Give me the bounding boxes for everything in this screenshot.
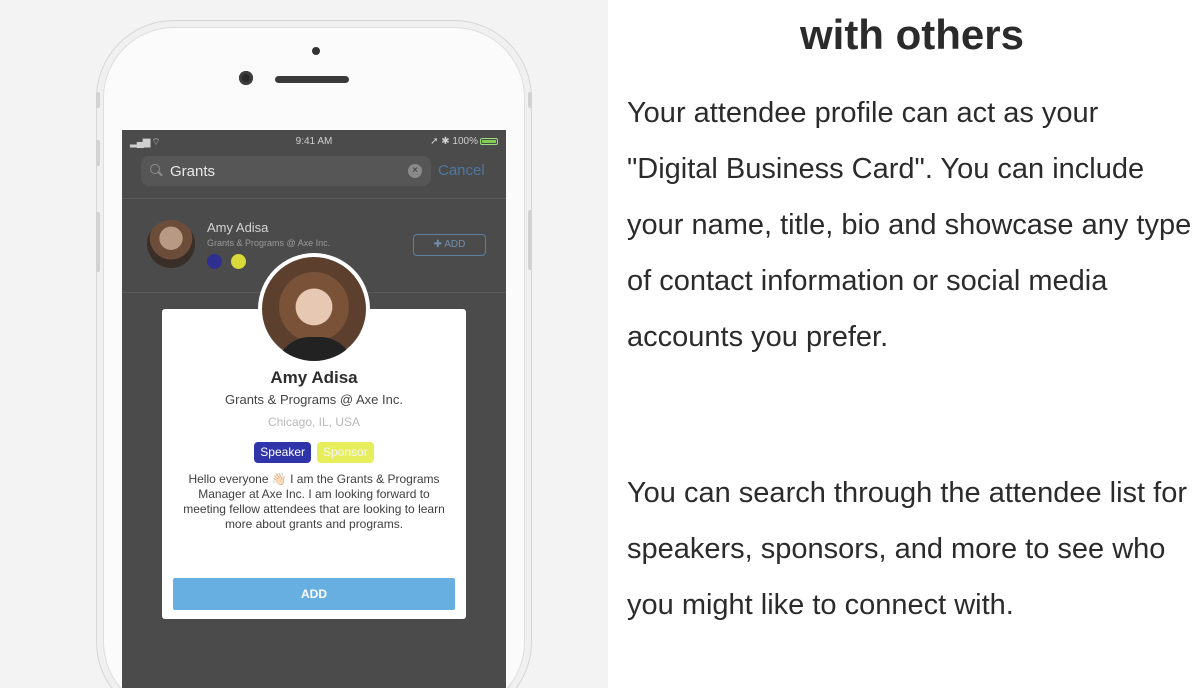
section-heading: with others xyxy=(799,11,1024,58)
battery-icon xyxy=(480,138,498,145)
mute-switch xyxy=(96,92,100,108)
profile-avatar xyxy=(258,253,370,365)
add-button[interactable]: ADD xyxy=(173,578,455,610)
search-paragraph: You can search through the attendee list… xyxy=(627,477,1187,621)
tag-list: Speaker Sponsor xyxy=(162,442,466,463)
result-name: Amy Adisa xyxy=(207,220,269,235)
result-subtitle: Grants & Programs @ Axe Inc. xyxy=(207,238,331,248)
profile-photo xyxy=(262,257,366,361)
intro-paragraph: Your attendee profile can act as your "D… xyxy=(627,97,1192,353)
profile-location: Chicago, IL, USA xyxy=(267,415,361,429)
volume-up-button xyxy=(96,140,100,166)
clear-icon[interactable]: × xyxy=(408,164,422,178)
power-button xyxy=(528,210,532,270)
plus-icon: ✚ xyxy=(433,239,443,250)
profile-title: Grants & Programs @ Axe Inc. xyxy=(225,392,403,407)
add-attendee-button[interactable]: ✚ ADD xyxy=(413,234,486,256)
battery-percent-value: 100% xyxy=(452,136,478,147)
search-query: Grants xyxy=(170,163,216,180)
search-input[interactable]: Grants × xyxy=(141,156,431,186)
profile-name: Amy Adisa xyxy=(270,368,358,387)
avatar xyxy=(147,220,195,268)
profile-bio: Hello everyone 👋🏻 I am the Grants & Prog… xyxy=(183,472,445,531)
front-camera-icon xyxy=(239,71,253,85)
search-icon xyxy=(150,164,160,174)
sponsor-tag-dot xyxy=(231,254,246,269)
speaker-badge: Speaker xyxy=(254,442,311,463)
volume-down-button xyxy=(96,212,100,272)
side-button xyxy=(528,92,532,108)
add-attendee-label: ADD xyxy=(444,239,466,250)
earpiece-speaker-icon xyxy=(275,76,349,83)
speaker-tag-dot xyxy=(207,254,222,269)
proximity-sensor-icon xyxy=(312,47,320,55)
sponsor-badge: Sponsor xyxy=(317,442,374,463)
status-bar: ▂▄▆ ⌔ 9:41 AM ➚ ✱ 100% xyxy=(122,130,506,152)
cancel-button[interactable]: Cancel xyxy=(438,162,485,179)
battery-percent: ➚ ✱ 100% xyxy=(430,136,478,147)
divider xyxy=(122,198,506,199)
